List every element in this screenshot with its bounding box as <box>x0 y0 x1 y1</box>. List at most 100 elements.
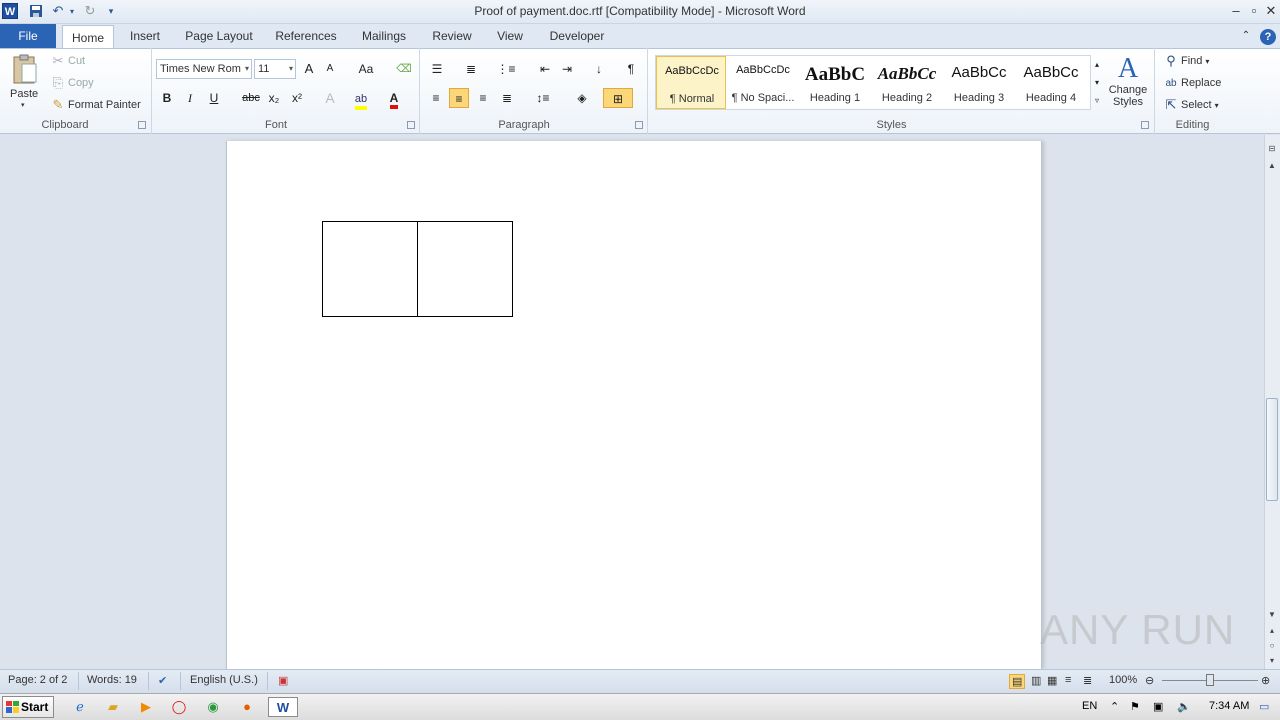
shading-icon[interactable]: ◈ <box>570 88 594 108</box>
outline-icon[interactable]: ≡ <box>1065 674 1071 686</box>
minimize-icon[interactable]: – <box>1227 2 1245 20</box>
opera-icon[interactable]: ◯ <box>168 697 190 717</box>
ruler-toggle-icon[interactable]: ⊟ <box>1266 143 1278 155</box>
tray-expand-icon[interactable]: ⌃ <box>1110 700 1119 713</box>
web-layout-icon[interactable]: ▦ <box>1047 674 1057 687</box>
show-formatting-button[interactable]: ¶ <box>621 59 641 79</box>
sort-icon[interactable]: ↓ <box>589 59 609 79</box>
tab-home[interactable]: Home <box>62 25 114 49</box>
media-player-icon[interactable]: ▶ <box>135 697 157 717</box>
table-cell[interactable] <box>322 221 418 317</box>
zoom-level[interactable]: 100% <box>1109 674 1137 686</box>
borders-icon[interactable]: ⊞ <box>603 88 633 108</box>
styles-more-icon[interactable]: ▿ <box>1091 91 1103 110</box>
clock[interactable]: 7:34 AM <box>1209 700 1249 712</box>
tab-mailings[interactable]: Mailings <box>354 24 414 48</box>
subscript-button[interactable]: x₂ <box>264 88 284 108</box>
action-center-icon[interactable]: ⚑ <box>1130 700 1140 713</box>
minimize-ribbon-icon[interactable]: ⌃ <box>1238 24 1254 48</box>
help-icon[interactable]: ? <box>1259 24 1277 48</box>
change-case-button[interactable]: Aa <box>352 59 380 79</box>
font-name-combo[interactable]: Times New Rom ▾ <box>156 59 252 79</box>
align-left-icon[interactable]: ≡ <box>426 88 446 108</box>
styles-scroll-up-icon[interactable]: ▴ <box>1091 55 1103 73</box>
language-indicator[interactable]: EN <box>1082 700 1097 712</box>
numbering-icon[interactable]: ≣ <box>461 59 481 79</box>
tab-references[interactable]: References <box>270 24 342 48</box>
close-icon[interactable]: ✕ <box>1262 2 1280 20</box>
line-spacing-icon[interactable]: ↕≡ <box>531 88 555 108</box>
increase-indent-icon[interactable]: ⇥ <box>557 59 577 79</box>
macro-record-icon[interactable]: ▣ <box>278 674 288 687</box>
style-item[interactable]: AaBbC Heading 1 <box>800 56 870 109</box>
scroll-down-icon[interactable]: ▼ <box>1266 609 1278 621</box>
word-count[interactable]: Words: 19 <box>87 674 137 686</box>
next-page-icon[interactable]: ▾ <box>1266 655 1278 667</box>
replace-button[interactable]: ab Replace <box>1163 76 1221 90</box>
volume-icon[interactable]: 🔈 <box>1177 700 1191 713</box>
italic-button[interactable]: I <box>180 88 200 108</box>
font-launcher-icon[interactable] <box>407 121 415 129</box>
tab-page-layout[interactable]: Page Layout <box>180 24 258 48</box>
copy-button[interactable]: ⎘ Copy <box>50 75 94 90</box>
text-effects-button[interactable]: A <box>320 88 340 108</box>
draft-icon[interactable]: ≣ <box>1083 674 1092 687</box>
restore-icon[interactable]: ▫ <box>1245 2 1263 20</box>
style-item[interactable]: AaBbCc Heading 4 <box>1016 56 1086 109</box>
strikethrough-button[interactable]: abc <box>240 88 262 108</box>
tab-insert[interactable]: Insert <box>122 24 168 48</box>
underline-button[interactable]: U <box>204 88 224 108</box>
ie-icon[interactable]: ℯ <box>69 697 91 717</box>
tab-review[interactable]: Review <box>426 24 478 48</box>
font-color-button[interactable]: A <box>384 88 404 109</box>
bullets-icon[interactable]: ☰ <box>427 59 447 79</box>
zoom-out-icon[interactable]: ⊖ <box>1145 674 1154 687</box>
style-item[interactable]: AaBbCcDc ¶ Normal <box>656 56 726 109</box>
clear-formatting-button[interactable]: ⌫ <box>394 59 414 79</box>
highlight-button[interactable]: ab <box>350 88 372 110</box>
tab-file[interactable]: File <box>0 24 56 48</box>
paste-button[interactable]: Paste ▾ <box>8 54 42 112</box>
network-icon[interactable]: ▣ <box>1153 700 1163 713</box>
style-item[interactable]: AaBbCc Heading 2 <box>872 56 942 109</box>
find-button[interactable]: ⚲ Find ▾ <box>1163 53 1209 68</box>
styles-scroll-down-icon[interactable]: ▾ <box>1091 73 1103 91</box>
style-item[interactable]: AaBbCc Heading 3 <box>944 56 1014 109</box>
word-taskbar-icon[interactable]: W <box>268 697 298 717</box>
styles-launcher-icon[interactable] <box>1141 121 1149 129</box>
browse-object-icon[interactable]: ○ <box>1266 640 1278 652</box>
zoom-slider-thumb[interactable] <box>1206 674 1214 686</box>
align-center-icon[interactable]: ≡ <box>449 88 469 108</box>
grow-font-button[interactable]: A <box>299 59 319 79</box>
decrease-indent-icon[interactable]: ⇤ <box>535 59 555 79</box>
style-item[interactable]: AaBbCcDc ¶ No Spaci... <box>728 56 798 109</box>
tab-developer[interactable]: Developer <box>542 24 612 48</box>
superscript-button[interactable]: x² <box>287 88 307 108</box>
cut-button[interactable]: ✂ Cut <box>50 53 86 68</box>
paragraph-launcher-icon[interactable] <box>635 121 643 129</box>
chrome-icon[interactable]: ◉ <box>202 697 224 717</box>
explorer-icon[interactable]: ▰ <box>102 697 124 717</box>
start-button[interactable]: Start <box>2 696 54 718</box>
clipboard-launcher-icon[interactable] <box>138 121 146 129</box>
full-screen-reading-icon[interactable]: ▥ <box>1031 674 1041 687</box>
zoom-in-icon[interactable]: ⊕ <box>1261 674 1270 687</box>
multilevel-list-icon[interactable]: ⋮≡ <box>496 59 516 79</box>
scroll-up-icon[interactable]: ▲ <box>1266 160 1278 172</box>
format-painter-button[interactable]: ✎ Format Painter <box>50 97 141 112</box>
bold-button[interactable]: B <box>157 88 177 108</box>
print-layout-icon[interactable]: ▤ <box>1009 674 1026 689</box>
font-size-combo[interactable]: 11 ▾ <box>254 59 296 79</box>
previous-page-icon[interactable]: ▴ <box>1266 625 1278 637</box>
show-desktop-icon[interactable]: ▭ <box>1259 700 1269 713</box>
shrink-font-button[interactable]: A <box>320 59 340 79</box>
proofing-icon[interactable]: ✔ <box>158 674 167 687</box>
justify-icon[interactable]: ≣ <box>497 88 517 108</box>
change-styles-button[interactable]: A Change Styles <box>1106 54 1150 114</box>
align-right-icon[interactable]: ≡ <box>473 88 493 108</box>
scrollbar-thumb[interactable] <box>1266 398 1278 501</box>
table-cell[interactable] <box>417 221 513 317</box>
page-count[interactable]: Page: 2 of 2 <box>8 674 67 686</box>
firefox-icon[interactable]: ● <box>236 697 258 717</box>
select-button[interactable]: ⇱ Select ▾ <box>1163 97 1219 112</box>
